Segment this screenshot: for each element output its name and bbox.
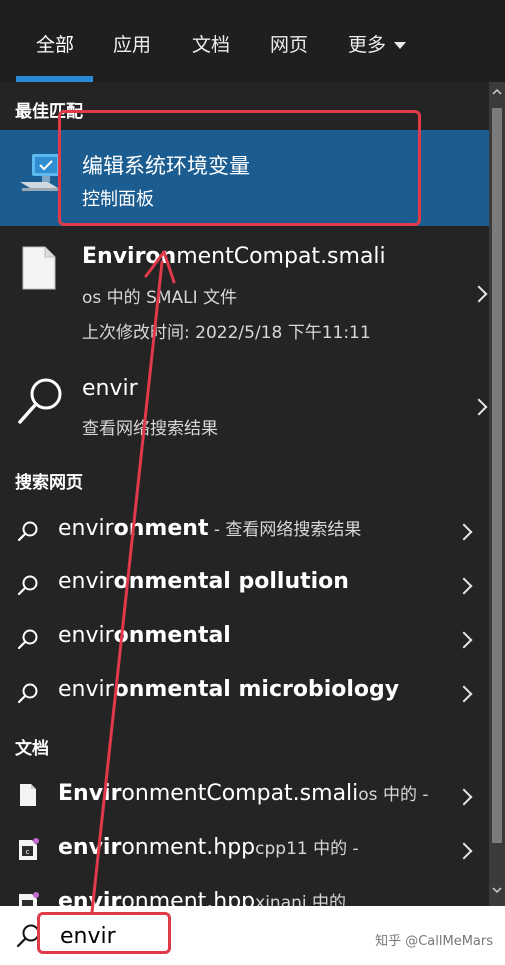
document-location: os 中的 - xyxy=(358,785,429,805)
web-search-query: envir xyxy=(82,376,138,401)
document-title: environment.hppcpp11 中的 - xyxy=(58,834,359,860)
web-suggestion-item[interactable]: environmental xyxy=(0,613,490,667)
document-title-match: Envir xyxy=(58,781,122,806)
document-title-match: envir xyxy=(58,835,122,860)
query-prefix: envir xyxy=(58,677,114,702)
web-suggestion-item[interactable]: environment - 查看网络搜索结果 xyxy=(0,505,490,559)
tab-more[interactable]: 更多 xyxy=(348,30,407,57)
chevron-up-icon[interactable] xyxy=(491,86,503,98)
search-web-header: 搜索网页 xyxy=(15,473,83,493)
suggestion-suffix: - 查看网络搜索结果 xyxy=(208,520,362,540)
web-suggestion-text: environmental microbiology xyxy=(58,677,399,702)
document-title: EnvironmentCompat.smalios 中的 - xyxy=(58,780,428,806)
search-icon xyxy=(17,521,38,542)
document-location: cpp11 中的 - xyxy=(255,839,359,859)
tab-more-label: 更多 xyxy=(348,34,387,56)
web-suggestion-text: environmental pollution xyxy=(58,569,349,594)
cpp-file-icon: c xyxy=(19,838,39,860)
file-icon xyxy=(20,784,36,806)
chevron-right-icon[interactable] xyxy=(455,631,473,649)
search-icon xyxy=(18,378,62,424)
document-title-match: envir xyxy=(58,889,122,906)
suggestion-completion: onmental pollution xyxy=(113,569,349,594)
chevron-down-icon[interactable] xyxy=(491,884,503,896)
cpp-file-icon xyxy=(19,892,39,906)
document-title-rest: onment.hpp xyxy=(121,835,256,860)
chevron-right-icon[interactable] xyxy=(455,577,473,595)
web-search-subtitle: 查看网络搜索结果 xyxy=(82,419,218,439)
annotation-box-best-match xyxy=(58,110,421,226)
search-icon xyxy=(17,629,38,650)
web-suggestion-item[interactable]: environmental pollution xyxy=(0,559,490,613)
documents-header: 文档 xyxy=(15,739,49,759)
document-item[interactable]: EnvironmentCompat.smalios 中的 - xyxy=(0,770,490,824)
web-suggestion-text: environmental xyxy=(58,623,231,648)
tab-bar: 全部 应用 文档 网页 更多 xyxy=(0,0,505,82)
chevron-right-icon[interactable] xyxy=(455,523,473,541)
tab-web[interactable]: 网页 xyxy=(270,30,308,57)
chevron-down-icon xyxy=(394,42,407,49)
chevron-right-icon[interactable] xyxy=(455,685,473,703)
document-title: environment.hppxinani 中的 xyxy=(58,888,346,906)
search-icon xyxy=(17,683,38,704)
file-result-title: EnvironmentCompat.smali xyxy=(82,244,386,269)
document-item[interactable]: environment.hppxinani 中的 xyxy=(0,878,490,906)
search-icon xyxy=(17,575,38,596)
query-prefix: envir xyxy=(58,623,114,648)
query-prefix: envir xyxy=(58,516,114,541)
suggestion-completion: onmental microbiology xyxy=(113,677,400,702)
file-result-location: os 中的 SMALI 文件 xyxy=(82,288,238,308)
active-tab-indicator xyxy=(16,76,93,82)
tab-apps[interactable]: 应用 xyxy=(113,30,151,57)
web-suggestion-item[interactable]: environmental microbiology xyxy=(0,667,490,721)
annotation-box-search-input xyxy=(37,912,171,954)
file-icon xyxy=(22,246,56,290)
scrollbar-thumb[interactable] xyxy=(492,108,502,843)
document-item[interactable]: c environment.hppcpp11 中的 - xyxy=(0,824,490,878)
document-location: xinani 中的 xyxy=(255,893,347,906)
suggestion-completion: onment xyxy=(113,516,209,541)
document-title-rest: onmentCompat.smali xyxy=(121,781,359,806)
file-title-match: Environ xyxy=(82,244,177,269)
tab-documents[interactable]: 文档 xyxy=(192,30,230,57)
suggestion-completion: onmental xyxy=(113,623,231,648)
watermark: 知乎 @CallMeMars xyxy=(375,934,493,949)
document-title-rest: onment.hpp xyxy=(121,889,256,906)
file-result-modified: 上次修改时间: 2022/5/18 下午11:11 xyxy=(82,323,371,343)
file-title-rest: mentCompat.smali xyxy=(176,244,386,269)
svg-text:c: c xyxy=(26,848,30,856)
tab-all[interactable]: 全部 xyxy=(36,30,74,57)
query-prefix: envir xyxy=(58,569,114,594)
web-suggestion-text: environment - 查看网络搜索结果 xyxy=(58,515,361,541)
web-search-result-item[interactable] xyxy=(0,362,490,446)
chevron-right-icon[interactable] xyxy=(455,788,473,806)
chevron-right-icon[interactable] xyxy=(455,842,473,860)
